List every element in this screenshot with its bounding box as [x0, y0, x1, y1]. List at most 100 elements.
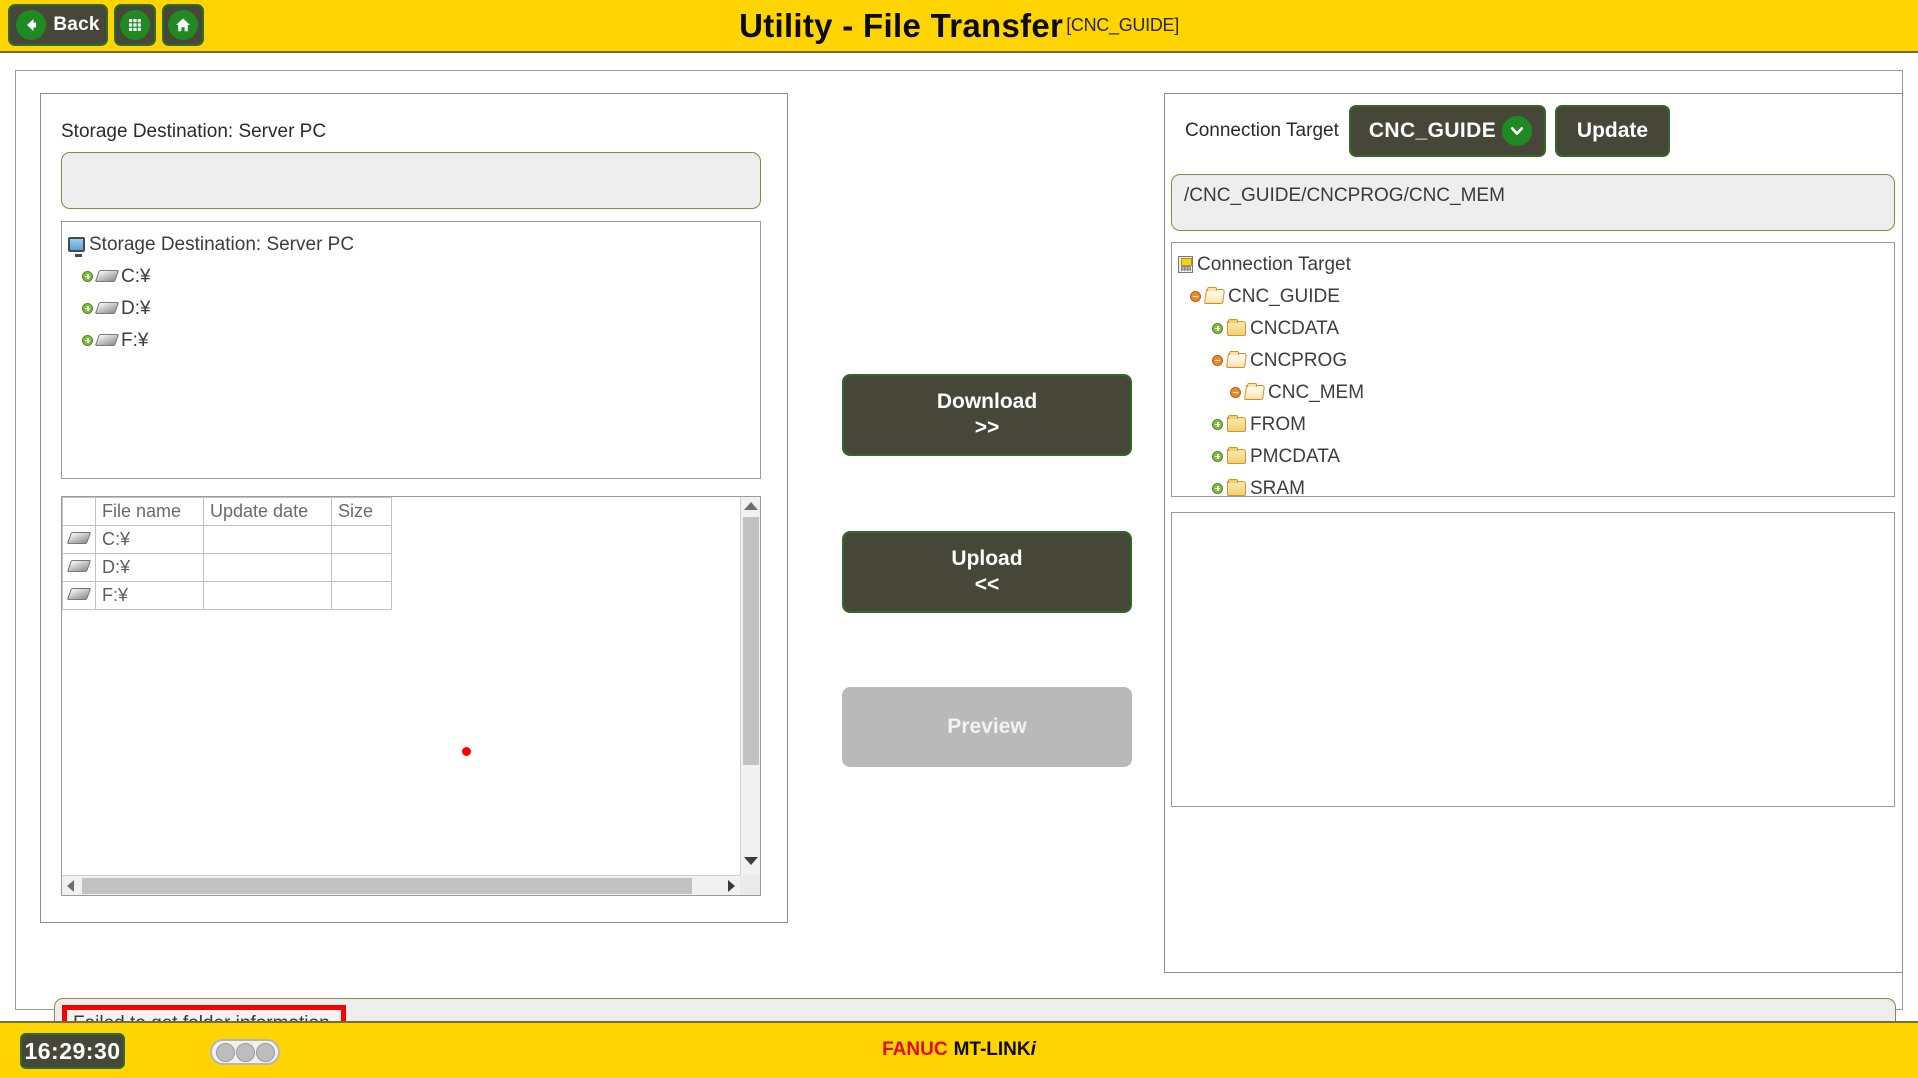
column-header-size: Size: [332, 498, 392, 526]
file-table-container[interactable]: File name Update date Size C:¥ D:¥: [61, 496, 761, 896]
connection-tree[interactable]: Connection Target CNC_GUIDE CNCDATA CNCP…: [1171, 242, 1895, 497]
upload-button[interactable]: Upload <<: [842, 531, 1132, 613]
tree-item-label: CNC_MEM: [1268, 383, 1364, 402]
scroll-down-arrow-icon[interactable]: [744, 857, 758, 865]
folder-open-icon: [1226, 353, 1247, 368]
folder-icon: [1227, 481, 1246, 496]
scrollbar-corner: [740, 875, 760, 895]
connection-target-label: Connection Target: [1185, 120, 1339, 142]
tree-item-label: PMCDATA: [1250, 447, 1340, 466]
cell-update-date: [204, 526, 332, 554]
storage-tree[interactable]: Storage Destination: Server PC C:¥ D:¥ F…: [61, 221, 761, 479]
right-panel: Connection Target CNC_GUIDE Update /CNC_…: [1164, 93, 1903, 973]
tree-item[interactable]: SRAM: [1178, 472, 1894, 497]
cell-file-name: C:¥: [96, 526, 204, 554]
connection-file-list[interactable]: [1171, 512, 1895, 807]
chevron-down-icon: [1502, 116, 1532, 146]
tree-item[interactable]: Connection Target: [1178, 248, 1894, 280]
drive-icon: [67, 560, 91, 572]
tree-item[interactable]: CNC_GUIDE: [1178, 280, 1894, 312]
table-row[interactable]: C:¥: [63, 526, 392, 554]
page-title: Utility - File Transfer: [739, 7, 1063, 45]
expander-plus-icon[interactable]: [1212, 483, 1223, 494]
upload-button-label: Upload: [951, 546, 1022, 572]
expander-plus-icon[interactable]: [82, 303, 93, 314]
tree-item[interactable]: F:¥: [68, 324, 760, 356]
tree-item-label: F:¥: [121, 331, 148, 350]
download-button[interactable]: Download >>: [842, 374, 1132, 456]
tree-item-label: SRAM: [1250, 479, 1305, 498]
tree-item[interactable]: C:¥: [68, 260, 760, 292]
cell-update-date: [204, 582, 332, 610]
tree-item[interactable]: PMCDATA: [1178, 440, 1894, 472]
preview-button-label: Preview: [947, 714, 1026, 740]
home-button[interactable]: [162, 4, 204, 46]
grid-icon: [120, 10, 150, 40]
vertical-scroll-thumb[interactable]: [743, 517, 759, 765]
tree-item-label: C:¥: [121, 267, 151, 286]
expander-plus-icon[interactable]: [82, 335, 93, 346]
scroll-left-arrow-icon[interactable]: [67, 880, 74, 892]
drive-icon: [67, 588, 91, 600]
connection-target-dropdown[interactable]: CNC_GUIDE: [1349, 105, 1546, 157]
download-button-label: Download: [937, 389, 1037, 415]
status-lamp: [256, 1043, 275, 1062]
drive-icon: [95, 270, 119, 282]
cnc-icon: [1178, 256, 1193, 273]
back-button[interactable]: Back: [8, 4, 108, 46]
table-header-row: File name Update date Size: [63, 498, 392, 526]
content-frame: Storage Destination: Server PC Storage D…: [15, 70, 1903, 1010]
tree-item[interactable]: CNC_MEM: [1178, 376, 1894, 408]
horizontal-scroll-thumb[interactable]: [82, 878, 692, 894]
expander-plus-icon[interactable]: [1212, 419, 1223, 430]
column-header-icon: [63, 498, 96, 526]
tree-item[interactable]: Storage Destination: Server PC: [68, 228, 760, 260]
connection-path-field[interactable]: /CNC_GUIDE/CNCPROG/CNC_MEM: [1171, 174, 1895, 231]
expander-minus-icon[interactable]: [1212, 355, 1223, 366]
folder-open-icon: [1244, 385, 1265, 400]
tree-item-label: Connection Target: [1197, 255, 1351, 274]
cell-file-name: F:¥: [96, 582, 204, 610]
folder-open-icon: [1204, 289, 1225, 304]
expander-minus-icon[interactable]: [1190, 291, 1201, 302]
cell-size: [332, 582, 392, 610]
update-button-label: Update: [1577, 119, 1648, 143]
tree-item[interactable]: CNCDATA: [1178, 312, 1894, 344]
cell-size: [332, 554, 392, 582]
tree-item-label: Storage Destination: Server PC: [89, 235, 354, 254]
tree-item-label: FROM: [1250, 415, 1306, 434]
clock-display: 16:29:30: [20, 1033, 125, 1069]
tree-item[interactable]: CNCPROG: [1178, 344, 1894, 376]
drive-icon: [95, 302, 119, 314]
left-panel: Storage Destination: Server PC Storage D…: [40, 93, 788, 923]
table-row[interactable]: F:¥: [63, 582, 392, 610]
expander-plus-icon[interactable]: [1212, 323, 1223, 334]
storage-path-field[interactable]: [61, 152, 761, 209]
top-bar: Back: [0, 0, 1918, 53]
tree-item-label: CNCPROG: [1250, 351, 1347, 370]
drive-icon: [67, 532, 91, 544]
table-horizontal-scrollbar[interactable]: [62, 875, 740, 895]
back-button-label: Back: [53, 14, 99, 36]
expander-plus-icon[interactable]: [1212, 451, 1223, 462]
tree-item[interactable]: FROM: [1178, 408, 1894, 440]
arrow-left-icon: [16, 10, 46, 40]
column-header-update-date: Update date: [204, 498, 332, 526]
tree-item[interactable]: D:¥: [68, 292, 760, 324]
table-row[interactable]: D:¥: [63, 554, 392, 582]
file-table: File name Update date Size C:¥ D:¥: [62, 497, 392, 610]
preview-button[interactable]: Preview: [842, 687, 1132, 767]
scroll-right-arrow-icon[interactable]: [728, 880, 735, 892]
table-vertical-scrollbar[interactable]: [740, 497, 760, 875]
expander-minus-icon[interactable]: [1230, 387, 1241, 398]
expander-plus-icon[interactable]: [82, 271, 93, 282]
scroll-up-arrow-icon[interactable]: [744, 502, 758, 510]
folder-icon: [1227, 321, 1246, 336]
drive-icon: [95, 334, 119, 346]
tree-item-label: CNCDATA: [1250, 319, 1339, 338]
cell-file-name: D:¥: [96, 554, 204, 582]
update-button[interactable]: Update: [1555, 105, 1670, 157]
menu-button[interactable]: [114, 4, 156, 46]
status-lamp-group: [210, 1039, 280, 1065]
page-title-suffix: [CNC_GUIDE]: [1066, 15, 1179, 36]
